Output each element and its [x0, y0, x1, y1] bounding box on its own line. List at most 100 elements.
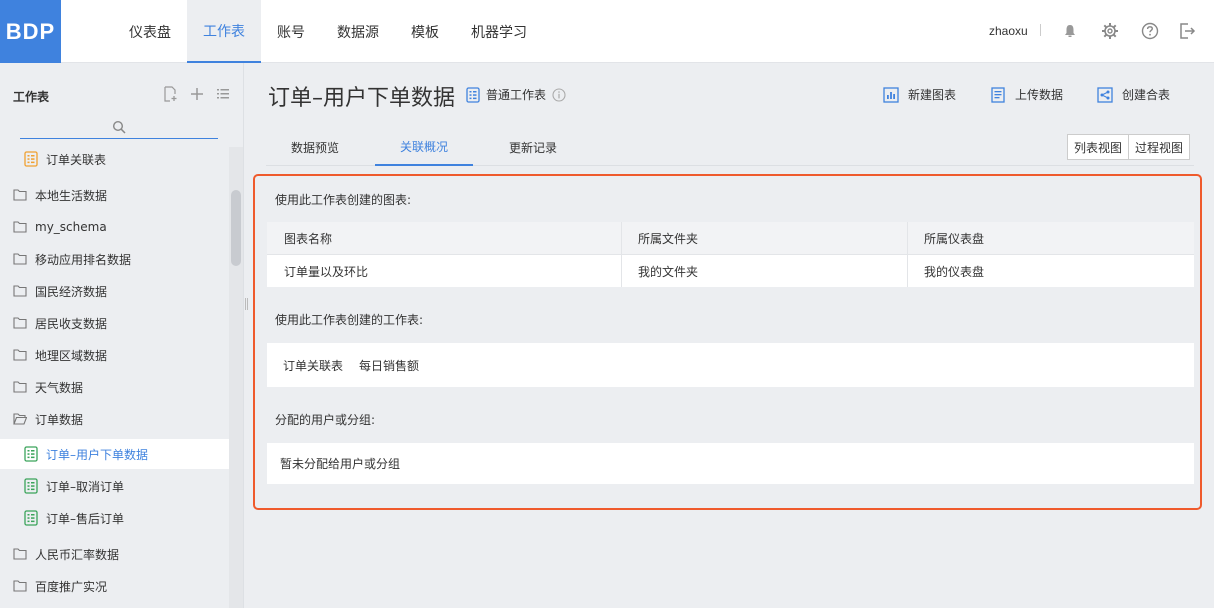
new-chart-button[interactable]: 新建图表 — [883, 86, 956, 103]
charts-table: 图表名称 所属文件夹 所属仪表盘 订单量以及环比 我的文件夹 我的仪表盘 — [267, 222, 1194, 287]
page-title: 订单–用户下单数据 — [268, 86, 456, 111]
top-bar: BDP 仪表盘 工作表 账号 数据源 模板 机器学习 zhaoxu — [0, 0, 1214, 63]
derived-worksheets-box: 订单关联表 每日销售额 — [267, 343, 1194, 387]
search-icon[interactable] — [112, 120, 128, 136]
folder-icon — [13, 284, 27, 298]
help-icon[interactable] — [1141, 22, 1159, 40]
folder-icon — [13, 348, 27, 362]
nav-account[interactable]: 账号 — [261, 0, 321, 63]
tree-folder-weather[interactable]: 天气数据 — [0, 372, 229, 402]
tree-label: 人民币汇率数据 — [35, 547, 120, 562]
view-toggle: 列表视图 过程视图 — [1067, 134, 1191, 160]
tab-update-log[interactable]: 更新记录 — [484, 128, 582, 166]
tree-worksheet-cancelled-orders[interactable]: 订单–取消订单 — [0, 471, 229, 501]
tree-folder-orders[interactable]: 订单数据 — [0, 404, 229, 434]
nav-datasource[interactable]: 数据源 — [321, 0, 395, 63]
list-view-button[interactable]: 列表视图 — [1068, 135, 1128, 159]
upload-data-label: 上传数据 — [1015, 88, 1064, 102]
tree-label: 订单–取消订单 — [46, 479, 125, 494]
new-worksheet-icon[interactable] — [162, 86, 178, 102]
worksheet-icon — [24, 446, 38, 462]
folder-icon — [13, 220, 27, 234]
bell-icon[interactable] — [1061, 22, 1079, 40]
tab-data-preview[interactable]: 数据预览 — [266, 128, 364, 166]
nav-worksheet[interactable]: 工作表 — [187, 0, 261, 63]
assigned-users-box: 暂未分配给用户或分组 — [267, 443, 1194, 484]
tree-folder-national-economy[interactable]: 国民经济数据 — [0, 276, 229, 306]
worksheet-icon — [24, 151, 38, 167]
list-icon[interactable] — [215, 86, 231, 102]
join-table-icon — [1097, 86, 1113, 103]
tree-label: 天气数据 — [35, 380, 84, 395]
logo[interactable]: BDP — [0, 0, 61, 63]
tree-label: 国民经济数据 — [35, 284, 108, 299]
tree-label: my_schema — [35, 220, 107, 234]
folder-icon — [13, 380, 27, 394]
tree-label: 本地生活数据 — [35, 188, 108, 203]
sidebar-scrollbar-thumb[interactable] — [231, 190, 241, 266]
process-view-button[interactable]: 过程视图 — [1128, 135, 1189, 159]
tree-worksheet-aftersale-orders[interactable]: 订单–售后订单 — [0, 503, 229, 533]
tree-label: 订单数据 — [35, 412, 84, 427]
divider — [1040, 24, 1041, 36]
worksheet-type: 普通工作表 — [466, 86, 566, 103]
users-section-label: 分配的用户或分组: — [275, 413, 376, 427]
worksheet-icon — [24, 510, 38, 526]
derived-worksheet-link[interactable]: 每日销售额 — [359, 357, 419, 374]
logout-icon[interactable] — [1178, 22, 1196, 40]
table-header-row — [267, 222, 1194, 255]
content-tabs: 数据预览 关联概况 更新记录 — [266, 128, 1194, 166]
cell-dashboard[interactable]: 我的仪表盘 — [907, 255, 984, 287]
tree-label: 移动应用排名数据 — [35, 252, 132, 267]
search-input[interactable] — [20, 138, 218, 139]
sidebar-title: 工作表 — [13, 90, 50, 104]
tree-worksheet-order-relation[interactable]: 订单关联表 — [0, 144, 229, 174]
tree-label: 居民收支数据 — [35, 316, 108, 331]
tree-label: 订单–用户下单数据 — [46, 447, 149, 462]
new-chart-label: 新建图表 — [908, 88, 957, 102]
header-chart-name: 图表名称 — [284, 231, 333, 246]
worksheets-section-label: 使用此工作表创建的工作表: — [275, 313, 424, 327]
create-join-table-label: 创建合表 — [1122, 88, 1171, 102]
gear-icon[interactable] — [1101, 22, 1119, 40]
tree-folder-app-ranking[interactable]: 移动应用排名数据 — [0, 244, 229, 274]
main-nav: 仪表盘 工作表 账号 数据源 模板 机器学习 — [113, 0, 543, 63]
chart-icon — [883, 86, 899, 103]
tree-folder-baidu-promo[interactable]: 百度推广实况 — [0, 571, 229, 601]
nav-template[interactable]: 模板 — [395, 0, 455, 63]
tree-folder-geo-region[interactable]: 地理区域数据 — [0, 340, 229, 370]
username[interactable]: zhaoxu — [989, 24, 1028, 38]
worksheet-type-label: 普通工作表 — [486, 88, 547, 102]
tree-folder-rmb-rate[interactable]: 人民币汇率数据 — [0, 539, 229, 569]
tree-folder-my-schema[interactable]: my_schema — [0, 212, 229, 242]
header-dashboard: 所属仪表盘 — [924, 231, 985, 246]
folder-icon — [13, 547, 27, 561]
column-divider — [907, 222, 908, 287]
folder-icon — [13, 316, 27, 330]
worksheet-icon — [24, 478, 38, 494]
no-assignment-text: 暂未分配给用户或分组 — [280, 457, 401, 471]
sidebar: 工作表 订单关联表 本地生活数据 my_schema 移动应用排名数据 国民经济… — [0, 63, 244, 608]
upload-icon — [990, 86, 1006, 103]
tree-worksheet-user-orders[interactable]: 订单–用户下单数据 — [0, 439, 229, 469]
tree-label: 订单关联表 — [46, 152, 107, 167]
add-icon[interactable] — [189, 86, 205, 102]
folder-icon — [13, 252, 27, 266]
create-join-table-button[interactable]: 创建合表 — [1097, 86, 1170, 103]
cell-folder[interactable]: 我的文件夹 — [621, 255, 698, 287]
info-icon[interactable] — [552, 87, 566, 102]
cell-chart-name[interactable]: 订单量以及环比 — [267, 255, 368, 287]
charts-section-label: 使用此工作表创建的图表: — [275, 193, 412, 207]
tree-label: 地理区域数据 — [35, 348, 108, 363]
worksheet-type-icon — [466, 86, 482, 103]
tree-label: 订单–售后订单 — [46, 511, 125, 526]
upload-data-button[interactable]: 上传数据 — [990, 86, 1063, 103]
tree-folder-household-income[interactable]: 居民收支数据 — [0, 308, 229, 338]
derived-worksheet-link[interactable]: 订单关联表 — [283, 357, 343, 374]
panel-resize-handle[interactable] — [245, 298, 248, 310]
tab-relation-overview[interactable]: 关联概况 — [375, 128, 473, 166]
nav-dashboard[interactable]: 仪表盘 — [113, 0, 187, 63]
tree-folder-local-life[interactable]: 本地生活数据 — [0, 180, 229, 210]
nav-machine-learning[interactable]: 机器学习 — [455, 0, 543, 63]
folder-open-icon — [13, 412, 27, 426]
